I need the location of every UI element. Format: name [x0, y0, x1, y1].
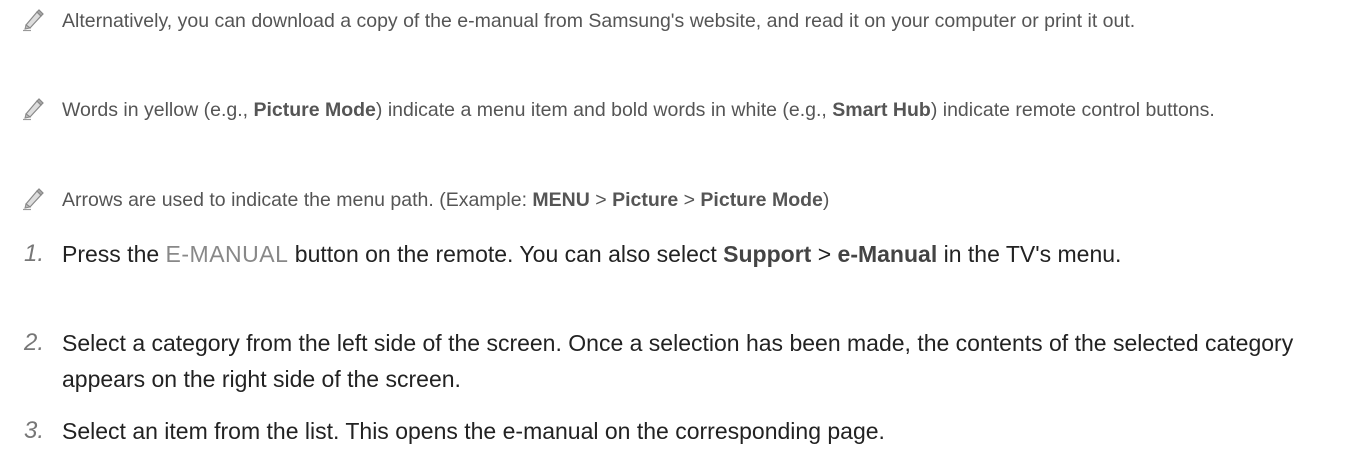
note-text: Words in yellow (e.g., Picture Mode) ind… — [62, 95, 1334, 125]
note-text-part: ) indicate a menu item and bold words in… — [375, 99, 833, 121]
pencil-icon — [20, 6, 46, 32]
step-text: Select an item from the list. This opens… — [62, 418, 885, 444]
note-text-part: Words in yellow (e.g., — [62, 99, 254, 121]
menu-path-picture-mode: Picture Mode — [700, 189, 823, 211]
menu-path-menu: MENU — [532, 189, 590, 211]
pencil-icon — [20, 95, 46, 121]
path-separator: > — [811, 241, 838, 267]
step-number: 3. — [24, 417, 45, 444]
step-text: Press the E-MANUAL button on the remote.… — [62, 236, 1340, 272]
e-manual-button-name: E-MANUAL — [165, 241, 289, 267]
path-separator: > — [678, 189, 701, 211]
menu-path-picture: Picture — [612, 189, 679, 211]
step-text-part: Press the — [62, 241, 166, 267]
note-text-part: ) indicate remote control buttons. — [930, 99, 1215, 121]
menu-path-e-manual: e-Manual — [837, 241, 938, 267]
step-text-part: button on the remote. You can also selec… — [288, 241, 724, 267]
menu-path-support: Support — [723, 241, 812, 267]
step-number: 1. — [24, 240, 45, 267]
step-text-part: in the TV's menu. — [937, 241, 1122, 267]
button-example: Smart Hub — [832, 99, 931, 121]
path-separator: > — [589, 189, 613, 211]
step-number: 2. — [24, 329, 45, 356]
note-text: Arrows are used to indicate the menu pat… — [62, 185, 1334, 215]
note-text: Alternatively, you can download a copy o… — [62, 10, 1136, 32]
menu-item-example: Picture Mode — [253, 99, 376, 121]
step-text: Select a category from the left side of … — [62, 330, 1294, 392]
note-text-part: Arrows are used to indicate the menu pat… — [62, 189, 533, 211]
note-text-part: ) — [822, 189, 830, 211]
pencil-icon — [20, 185, 46, 211]
